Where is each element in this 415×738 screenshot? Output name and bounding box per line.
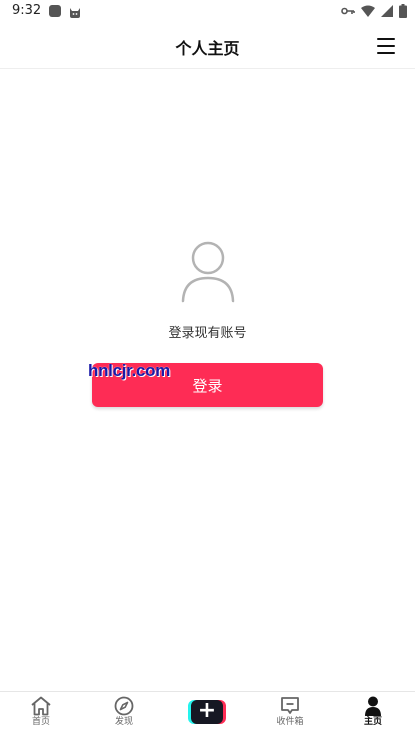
watermark: hnlcjr.com [88,361,171,380]
battery-icon [399,4,407,18]
nav-item-discover[interactable]: 发现 [94,696,154,736]
cat-icon [68,4,82,18]
user-placeholder-icon [180,240,236,304]
login-prompt: 登录现有账号 [168,326,247,341]
status-bar: 9:32 [0,0,415,24]
person-icon [343,696,403,716]
create-button[interactable]: + [188,700,226,724]
nav-label-profile: 主页 [363,717,382,727]
status-icons [341,4,407,18]
message-icon [260,696,320,716]
header: 个人主页 [0,24,415,69]
menu-line [377,52,395,54]
nav-item-inbox[interactable]: 收件箱 [260,696,320,736]
hamburger-menu-icon[interactable] [377,38,395,54]
home-icon [11,696,71,716]
nav-item-home[interactable]: 首页 [11,696,71,736]
menu-line [377,38,395,40]
nav-label-inbox: 收件箱 [276,717,304,727]
page-title: 个人主页 [175,39,240,58]
signal-icon [381,5,393,17]
key-icon [341,6,355,16]
nav-label-discover: 发现 [114,717,133,727]
status-time: 9:32 [12,3,42,18]
bottom-nav: 首页 发现 + 收件箱 主页 [0,691,415,738]
app-square-icon [49,5,61,17]
menu-line [377,45,395,47]
wifi-icon [361,5,375,17]
nav-item-profile[interactable]: 主页 [343,696,403,736]
compass-icon [94,696,154,716]
nav-label-home: 首页 [31,717,50,727]
plus-icon: + [191,700,223,724]
